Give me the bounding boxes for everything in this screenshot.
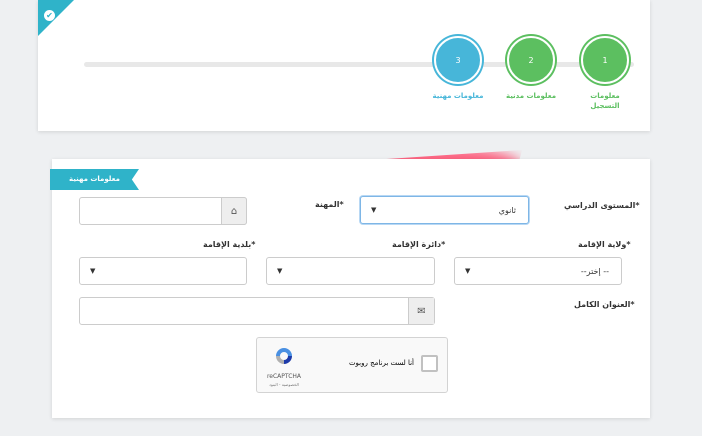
- recaptcha-brand: reCAPTCHA: [266, 373, 302, 380]
- step-1-label: معلومات التسجيل: [590, 92, 620, 110]
- progress-card: ✔ 3 معلومات مهنية 2 معلومات مدنية 1 معلو…: [38, 0, 650, 131]
- chevron-down-icon: ▼: [277, 267, 283, 275]
- recaptcha-terms[interactable]: الخصوصية - البنود: [265, 382, 303, 387]
- corner-badge: [38, 0, 74, 36]
- address-input[interactable]: ✉: [79, 297, 435, 325]
- recaptcha-label: أنا لست برنامج روبوت: [348, 359, 414, 367]
- address-label: العنوان الكامل*: [574, 300, 635, 309]
- step-1[interactable]: 1 معلومات التسجيل: [560, 36, 650, 111]
- envelope-icon: ✉: [408, 298, 434, 324]
- recaptcha-logo: reCAPTCHA الخصوصية - البنود: [265, 346, 303, 387]
- profession-label: المهنة*: [315, 200, 344, 209]
- recaptcha-widget: أنا لست برنامج روبوت reCAPTCHA الخصوصية …: [256, 337, 448, 393]
- recaptcha-icon: [276, 348, 292, 364]
- step-2-circle: 2: [507, 36, 555, 84]
- education-label: المستوى الدراسي*: [564, 201, 640, 210]
- wilaya-value: --إختر --: [580, 267, 609, 276]
- form-card: معلومات مهنية المستوى الدراسي* ▼ ثانوي ا…: [50, 159, 650, 418]
- education-value: ثانوي: [498, 206, 516, 215]
- step-3-circle: 3: [434, 36, 482, 84]
- home-addon: ⌂: [221, 197, 247, 225]
- wilaya-select[interactable]: ▼ --إختر --: [454, 257, 622, 285]
- daira-label: دائرة الإقامة*: [392, 240, 446, 249]
- chevron-down-icon: ▼: [371, 206, 377, 214]
- daira-select[interactable]: ▼: [266, 257, 435, 285]
- chevron-down-icon: ▼: [90, 267, 96, 275]
- chevron-down-icon: ▼: [465, 267, 471, 275]
- commune-select[interactable]: ▼: [79, 257, 247, 285]
- education-select[interactable]: ▼ ثانوي: [360, 196, 529, 224]
- wilaya-label: ولاية الإقامة*: [578, 240, 631, 249]
- check-icon: ✔: [44, 10, 55, 21]
- recaptcha-checkbox[interactable]: [421, 355, 438, 372]
- section-ribbon: معلومات مهنية: [50, 169, 139, 190]
- commune-label: بلدية الإقامة*: [203, 240, 256, 249]
- home-icon: ⌂: [221, 197, 247, 225]
- step-1-circle: 1: [581, 36, 629, 84]
